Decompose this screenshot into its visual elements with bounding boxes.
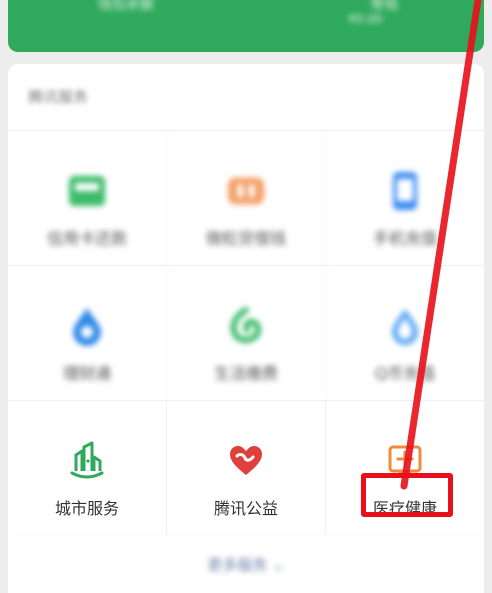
wealth-drop-icon xyxy=(67,306,107,346)
service-label: 腾讯公益 xyxy=(213,499,278,518)
services-row: 信用卡还款 微粒贷借钱 手机充值 xyxy=(8,130,484,265)
service-medical[interactable]: 医疗健康 xyxy=(326,401,484,535)
service-city[interactable]: 城市服务 xyxy=(8,401,167,535)
service-label: 理财通 xyxy=(62,364,111,383)
more-services-link[interactable]: 更多服务 ⌄ xyxy=(8,534,484,593)
charity-heart-icon xyxy=(226,441,266,481)
service-bill-payment[interactable]: 生活缴费 xyxy=(167,266,326,400)
change-amount: ¥0.00 xyxy=(348,12,383,26)
qcoin-icon xyxy=(385,306,425,346)
phone-icon xyxy=(385,171,425,211)
city-service-icon xyxy=(67,441,107,481)
service-label: Q币充值 xyxy=(374,364,436,383)
service-label: 生活缴费 xyxy=(213,364,278,383)
service-label: 微粒贷借钱 xyxy=(205,229,286,248)
services-row: 理财通 生活缴费 Q币充值 xyxy=(8,265,484,400)
service-qcoin[interactable]: Q币充值 xyxy=(326,266,484,400)
service-label: 城市服务 xyxy=(54,499,119,518)
wallet-card[interactable]: 钱包余额 零钱 ¥0.00 xyxy=(8,0,484,52)
tencent-services-panel: 腾讯服务 信用卡还款 微粒贷借钱 手机充值 理财通 生活缴费 Q币充值 城市服务… xyxy=(8,64,484,593)
service-label: 信用卡还款 xyxy=(46,229,127,248)
service-wealth[interactable]: 理财通 xyxy=(8,266,167,400)
bill-icon xyxy=(226,306,266,346)
service-label: 手机充值 xyxy=(372,229,437,248)
wallet-balance-label: 钱包余额 xyxy=(98,0,154,13)
loan-icon xyxy=(226,171,266,211)
service-loan[interactable]: 微粒贷借钱 xyxy=(167,131,326,265)
medical-cross-icon xyxy=(385,441,425,481)
services-row: 城市服务 腾讯公益 医疗健康 xyxy=(8,400,484,535)
service-phone-topup[interactable]: 手机充值 xyxy=(326,131,484,265)
credit-card-icon xyxy=(67,171,107,211)
service-label: 医疗健康 xyxy=(372,499,437,518)
service-charity[interactable]: 腾讯公益 xyxy=(167,401,326,535)
service-credit-card[interactable]: 信用卡还款 xyxy=(8,131,167,265)
services-grid: 信用卡还款 微粒贷借钱 手机充值 理财通 生活缴费 Q币充值 城市服务 腾讯公益… xyxy=(8,130,484,535)
section-title: 腾讯服务 xyxy=(28,88,89,106)
